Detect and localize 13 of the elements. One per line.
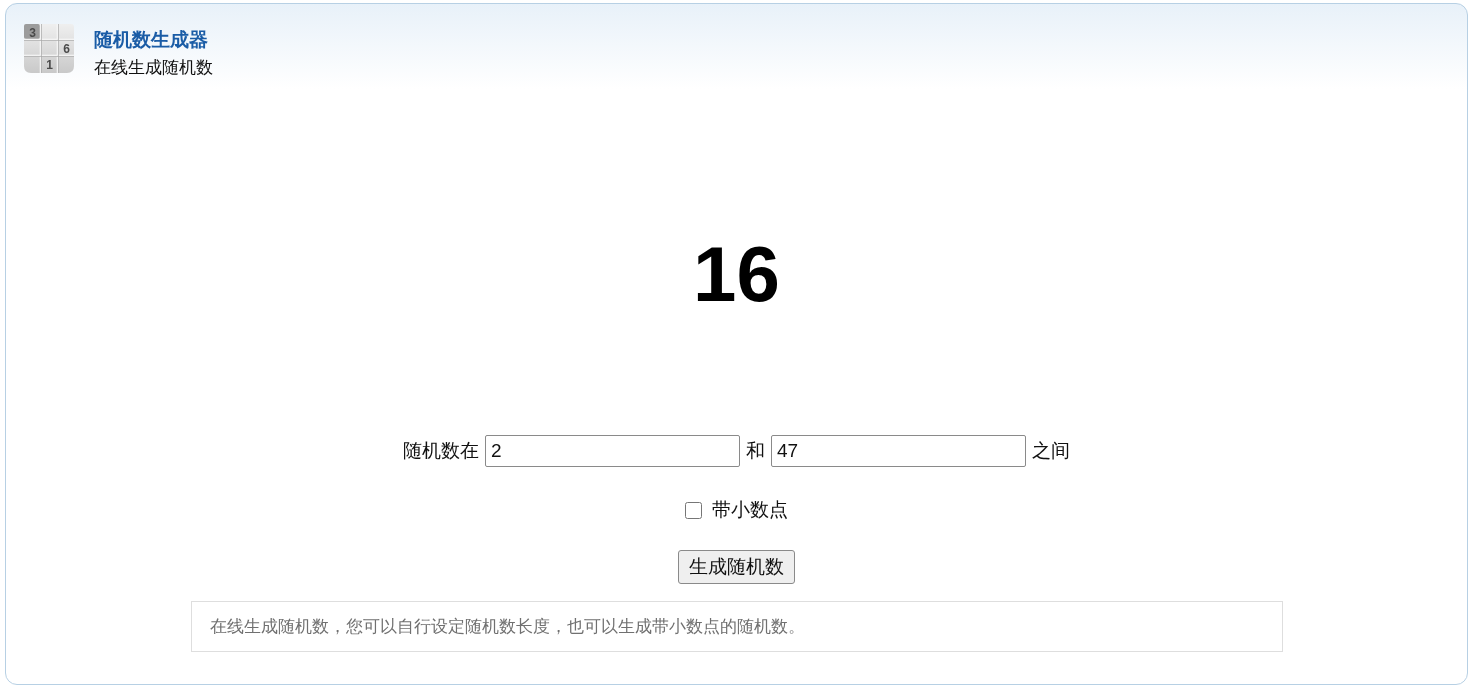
range-prefix-label: 随机数在	[403, 439, 479, 463]
description-text: 在线生成随机数，您可以自行设定随机数长度，也可以生成带小数点的随机数。	[209, 616, 805, 638]
app-subtitle: 在线生成随机数	[94, 57, 213, 79]
max-value-input[interactable]: 47	[771, 435, 1026, 467]
app-title: 随机数生成器	[94, 28, 209, 52]
decimal-checkbox[interactable]	[685, 501, 702, 519]
number-grid-icon: 3 6 1	[24, 24, 74, 73]
decimal-checkbox-label[interactable]: 带小数点	[712, 498, 788, 522]
range-joiner-label: 和	[746, 439, 765, 463]
range-suffix-label: 之间	[1032, 439, 1070, 463]
random-number-result: 16	[693, 230, 780, 318]
generate-button[interactable]: 生成随机数	[678, 550, 795, 584]
min-value-input[interactable]: 2	[485, 435, 740, 467]
